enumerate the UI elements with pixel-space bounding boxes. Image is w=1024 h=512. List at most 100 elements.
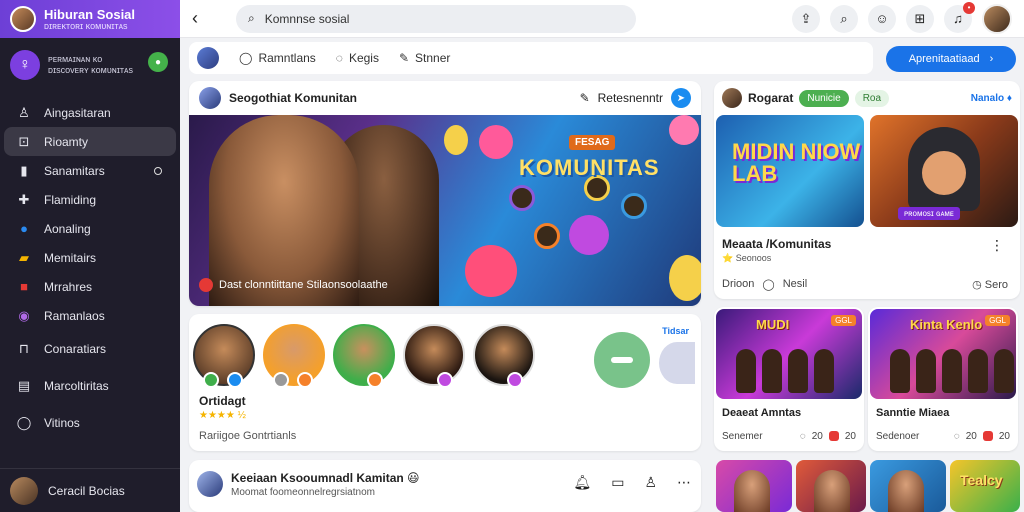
app-subtitle: ᴅɪʀᴇᴋᴛᴏʀɪ ᴋᴏᴍᴜɴɪᴛᴀs — [44, 20, 128, 31]
chat-icon: ◌ — [335, 51, 343, 65]
member-avatar[interactable] — [473, 324, 535, 388]
sidebar-item-sanamitars[interactable]: ▮ Sanamitars — [4, 156, 176, 185]
app-avatar — [10, 6, 36, 32]
thumbnail-tile[interactable] — [796, 460, 866, 512]
members-card: Tidsar Ortidagt ★★★★ ½ Rariigoe Gontrtia… — [189, 314, 701, 451]
briefcase-icon: ⊓ — [18, 340, 30, 356]
bag-icon[interactable]: ⊞ — [906, 4, 934, 33]
app-header[interactable]: Hiburan Sosial ᴅɪʀᴇᴋᴛᴏʀɪ ᴋᴏᴍᴜɴɪᴛᴀs — [0, 0, 180, 38]
sidebar-item-aonaling[interactable]: ● Aonaling — [4, 214, 176, 243]
avatar[interactable] — [982, 3, 1012, 34]
post-action-link[interactable]: Retesnenntr — [598, 91, 663, 105]
search-icon[interactable]: ⌕ — [830, 4, 858, 33]
unread-indicator-icon — [154, 166, 162, 175]
user-icon[interactable]: ♙ — [644, 474, 657, 491]
group-post-card[interactable]: Seogothiat Komunitan ✎ Retesnenntr ➤ FES… — [189, 81, 701, 306]
badge-icon — [297, 372, 313, 388]
composer-action-3[interactable]: ✎ Stnner — [399, 51, 450, 65]
community-card[interactable]: MUDI GGL Deaeat Amntas Senemer ◌ 20 20 — [714, 307, 864, 451]
more-members-button[interactable] — [659, 342, 695, 384]
game-thumbnail[interactable]: MIDIN NIOW LAB — [716, 115, 864, 227]
card-footer-left: Senemer — [722, 431, 763, 442]
circle-icon: ◯ — [239, 51, 253, 65]
comment-icon: ◯ — [762, 279, 775, 291]
person-image — [888, 470, 924, 512]
sidebar-item-rioamty[interactable]: ⊡ Rioamty — [4, 127, 176, 156]
avatar — [722, 88, 742, 108]
sidebar-item-vitinos[interactable]: ◯ Vitinos — [4, 408, 176, 437]
bell-icon[interactable]: 🔔︎ — [573, 474, 591, 491]
filter-pill[interactable]: Nunicie — [799, 89, 849, 107]
filter-pill[interactable]: Roa — [854, 89, 890, 107]
sidebar-item-label: Conaratiars — [44, 341, 107, 356]
sidebar-item-mrrahres[interactable]: ■ Mrrahres — [4, 272, 176, 301]
member-avatar[interactable] — [403, 324, 465, 388]
topbar: ‹ ⌕ ⇪ ⌕ ☺ ⊞ ♫• — [180, 0, 1024, 38]
featured-footer-left[interactable]: Drioon — [722, 278, 754, 291]
card-title: Deaeat Amntas — [722, 407, 802, 419]
sidebar-item-label: Vitinos — [44, 415, 80, 430]
sidebar-item-label: Memitairs — [44, 250, 97, 265]
more-vertical-icon[interactable]: ⋮ — [990, 237, 1004, 254]
card-title: Sanntie Miaea — [876, 407, 950, 419]
more-icon[interactable]: ⋯ — [677, 474, 691, 491]
post-banner-image[interactable]: FESAG KOMUNITAS Dast clonntiittane Stila… — [189, 115, 701, 306]
share-icon[interactable]: ➤ — [671, 88, 691, 108]
back-arrow-icon[interactable]: ‹ — [192, 8, 222, 29]
topbar-actions: ⇪ ⌕ ☺ ⊞ ♫ • — [792, 1, 1012, 34]
upload-icon[interactable]: ⇪ — [792, 4, 820, 33]
notification-badge: • — [963, 1, 975, 14]
sidebar-profile[interactable]: ♀ ᴘᴇʀᴍᴀɪɴᴀɴ ᴋᴏ ᴅɪsᴄᴏᴠᴇʀʏ ᴋᴏᴍᴜɴɪᴛᴀs ● — [0, 38, 180, 92]
members-link[interactable]: Tidsar — [662, 326, 689, 336]
sidebar-item-ramanlaos[interactable]: ◉ Ramanlaos — [4, 301, 176, 330]
sidebar-item-memitairs[interactable]: ▰ Memitairs — [4, 243, 176, 272]
featured-name: Meaata /Komunitas — [722, 237, 832, 251]
avatar — [509, 185, 535, 211]
game-thumbnail[interactable]: ᴘʀᴏᴍᴏsɪ ɢᴀᴍᴇ — [870, 115, 1018, 227]
thumbnail-tile[interactable] — [716, 460, 792, 512]
sidebar-item-conaratiars[interactable]: ⊓ Conaratiars — [4, 334, 176, 363]
primary-action-button[interactable]: Aprenitaatiaad › — [886, 46, 1016, 72]
members-footer[interactable]: Rariigoe Gontrtianls — [199, 430, 296, 442]
featured-footer-right[interactable]: ◷ Sero — [972, 278, 1008, 291]
sidebar-item-label: Mrrahres — [44, 279, 93, 294]
search-bar[interactable]: ⌕ — [236, 4, 636, 33]
caption-text: Dast clonntiittane Stilaonsoolaathe — [219, 279, 388, 291]
member-avatar[interactable] — [263, 324, 325, 388]
chevron-right-icon: › — [989, 53, 994, 65]
composer-action-2[interactable]: ◌ Kegis — [336, 51, 379, 65]
sidebar-item-marcoltiritas[interactable]: ▤ Marcoltiritas — [4, 371, 176, 400]
card-footer-right: 20 — [998, 431, 1010, 442]
sidebar-item-aingasitaran[interactable]: ♙ Aingasitaran — [4, 98, 176, 127]
sidebar-footer-profile[interactable]: Ceracil Bocias — [0, 468, 180, 512]
post-header: Seogothiat Komunitan ✎ Retesnenntr ➤ — [189, 81, 701, 115]
notification-icon[interactable]: ♫ • — [944, 1, 975, 33]
tag-icon: ⊡ — [18, 133, 30, 149]
composer-action-1[interactable]: ◯ Ramntlans — [239, 51, 316, 65]
emoji-icon[interactable]: ☺ — [868, 4, 896, 33]
comment-icon: ◌ — [799, 431, 806, 442]
featured-subtitle: ⭐ Seonoos — [722, 253, 772, 263]
member-avatar[interactable] — [193, 324, 255, 388]
status-icon[interactable]: ● — [148, 52, 168, 72]
member-avatars — [193, 324, 535, 388]
thumbnail-tile[interactable]: Tealcy — [950, 460, 1020, 512]
thumbnail-tile[interactable] — [870, 460, 946, 512]
sidebar-item-label: Marcoltiritas — [44, 378, 109, 393]
member-avatar[interactable] — [333, 324, 395, 388]
person-image — [734, 470, 770, 512]
add-member-button[interactable] — [594, 332, 650, 388]
video-icon[interactable]: ▭ — [611, 474, 624, 491]
chat-card[interactable]: Keeiaan Ksooumnadl Kamitan 😃 Moomat foom… — [189, 460, 701, 512]
badge-icon — [227, 372, 243, 388]
flag-icon: ▰ — [19, 249, 29, 265]
character-face — [922, 151, 966, 195]
featured-footer-mid[interactable]: Nesil — [783, 278, 807, 291]
card-footer-right: 20 — [844, 431, 856, 442]
search-input[interactable] — [264, 11, 624, 26]
game-thumbnail: Kinta Kenlo GGL — [870, 309, 1016, 399]
sidebar-item-flamiding[interactable]: ✚ Flamiding — [4, 185, 176, 214]
featured-link[interactable]: Nanalo ♦ — [971, 93, 1012, 104]
community-card[interactable]: Kinta Kenlo GGL Sanntie Miaea Sedenoer ◌… — [868, 307, 1018, 451]
minus-icon — [611, 357, 633, 363]
